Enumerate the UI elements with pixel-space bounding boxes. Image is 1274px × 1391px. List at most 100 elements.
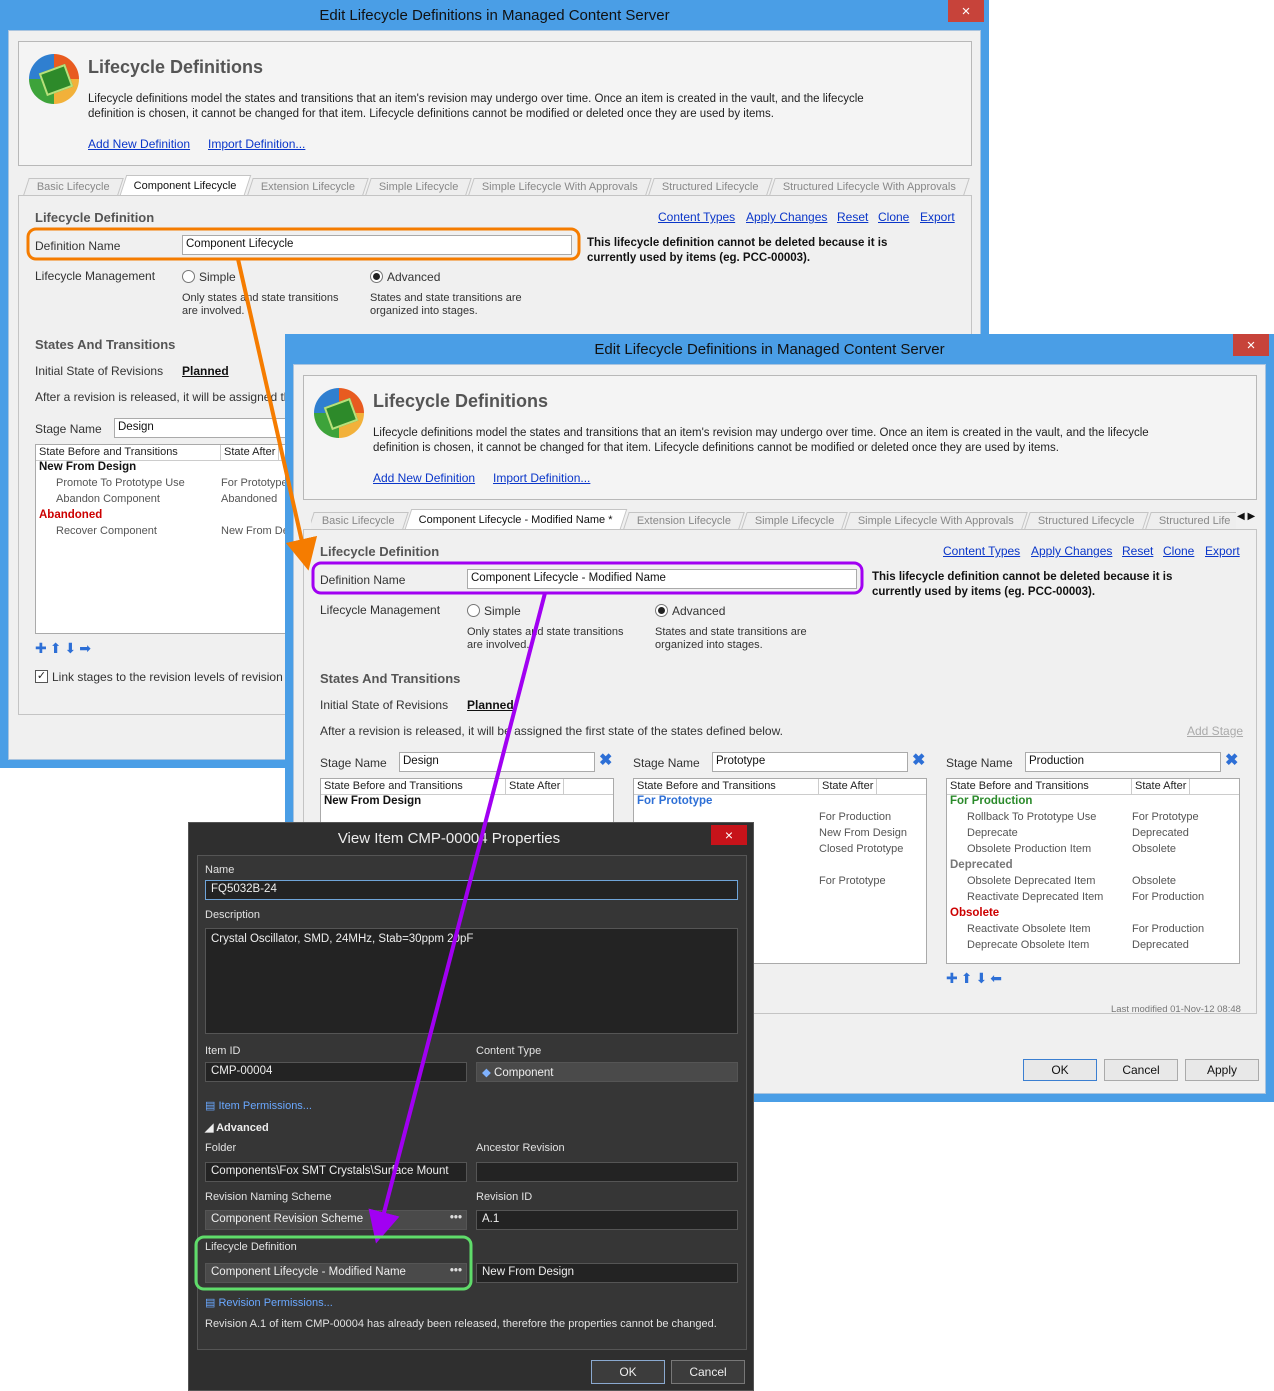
- simple-radio[interactable]: [467, 604, 480, 617]
- close-button[interactable]: ×: [711, 825, 747, 845]
- tab-scroll-arrows-icon[interactable]: ◀ ▶: [1237, 511, 1255, 522]
- close-button[interactable]: ×: [948, 0, 984, 22]
- transition-row[interactable]: Deprecate Deprecated: [947, 827, 1239, 843]
- delete-stage-icon[interactable]: ✖: [599, 750, 612, 770]
- tab-structured-lifecycle-approvals[interactable]: Structured Life: [1144, 512, 1236, 529]
- lifecycle-management-label: Lifecycle Management: [320, 603, 441, 617]
- tab-simple-lifecycle[interactable]: Simple Lifecycle: [364, 178, 472, 195]
- transition-row[interactable]: Abandon Component Abandoned: [36, 493, 304, 509]
- stage-name-input[interactable]: Production: [1025, 752, 1221, 772]
- advanced-radio-label: Advanced: [387, 270, 441, 284]
- import-definition-link[interactable]: Import Definition...: [493, 471, 590, 485]
- tab-simple-lifecycle[interactable]: Simple Lifecycle: [740, 512, 848, 529]
- description-input[interactable]: Crystal Oscillator, SMD, 24MHz, Stab=30p…: [205, 928, 738, 1034]
- collapse-arrow-icon: ◢: [205, 1122, 217, 1134]
- state-row[interactable]: For Prototype: [634, 795, 926, 811]
- revision-naming-select[interactable]: Component Revision Scheme •••: [205, 1210, 467, 1230]
- add-new-definition-link[interactable]: Add New Definition: [88, 137, 190, 151]
- tab-component-lifecycle[interactable]: Component Lifecycle: [119, 175, 251, 195]
- transition-row[interactable]: Reactivate Obsolete Item For Production: [947, 923, 1239, 939]
- tab-extension-lifecycle[interactable]: Extension Lifecycle: [246, 178, 369, 195]
- definition-name-input[interactable]: Component Lifecycle - Modified Name: [467, 569, 857, 589]
- tab-structured-lifecycle[interactable]: Structured Lifecycle: [1024, 512, 1149, 529]
- simple-radio-label: Simple: [484, 604, 521, 618]
- apply-changes-link[interactable]: Apply Changes: [746, 210, 827, 224]
- initial-state-value[interactable]: Planned: [467, 698, 514, 712]
- item-permissions-link[interactable]: ▤ Item Permissions...: [205, 1099, 312, 1112]
- lifecycle-definition-label: Lifecycle Definition: [205, 1241, 297, 1253]
- dialog-title: View Item CMP-00004 Properties: [337, 829, 561, 847]
- reset-link[interactable]: Reset: [1122, 544, 1153, 558]
- tab-strip: Basic Lifecycle Component Lifecycle Exte…: [23, 175, 970, 195]
- close-button[interactable]: ×: [1233, 334, 1269, 356]
- ok-button[interactable]: OK: [591, 1360, 665, 1384]
- state-row[interactable]: Obsolete: [947, 907, 1239, 923]
- cancel-button[interactable]: Cancel: [671, 1360, 745, 1384]
- permissions-icon: ▤: [205, 1100, 219, 1112]
- move-buttons[interactable]: ✚⬆⬇➡: [35, 640, 94, 657]
- link-stages-checkbox[interactable]: ✓: [35, 670, 48, 683]
- add-stage-link[interactable]: Add Stage: [1187, 724, 1243, 738]
- delete-note: This lifecycle definition cannot be dele…: [587, 237, 888, 264]
- state-row[interactable]: New From Design: [36, 461, 304, 477]
- tab-simple-lifecycle-approvals[interactable]: Simple Lifecycle With Approvals: [468, 178, 652, 195]
- after-release-text: After a revision is released, it will be…: [35, 390, 298, 404]
- transition-row[interactable]: Obsolete Production Item Obsolete: [947, 843, 1239, 859]
- more-icon[interactable]: •••: [450, 1265, 462, 1277]
- revision-permissions-link[interactable]: ▤ Revision Permissions...: [205, 1296, 333, 1309]
- tab-extension-lifecycle[interactable]: Extension Lifecycle: [622, 512, 745, 529]
- apply-button[interactable]: Apply: [1185, 1059, 1259, 1081]
- transition-row[interactable]: Reactivate Deprecated Item For Production: [947, 891, 1239, 907]
- tab-component-lifecycle-modified[interactable]: Component Lifecycle - Modified Name *: [404, 509, 627, 529]
- state-row[interactable]: Abandoned: [36, 509, 304, 525]
- tab-simple-lifecycle-approvals[interactable]: Simple Lifecycle With Approvals: [844, 512, 1028, 529]
- tab-structured-lifecycle[interactable]: Structured Lifecycle: [648, 178, 773, 195]
- item-id-input: CMP-00004: [205, 1062, 467, 1082]
- import-definition-link[interactable]: Import Definition...: [208, 137, 305, 151]
- export-link[interactable]: Export: [1205, 544, 1240, 558]
- delete-stage-icon[interactable]: ✖: [1225, 750, 1238, 770]
- content-types-link[interactable]: Content Types: [658, 210, 735, 224]
- delete-stage-icon[interactable]: ✖: [912, 750, 925, 770]
- content-type-select[interactable]: ◆ Component: [476, 1062, 738, 1082]
- transition-row[interactable]: Deprecate Obsolete Item Deprecated: [947, 939, 1239, 955]
- transition-row[interactable]: Promote To Prototype Use For Prototype: [36, 477, 304, 493]
- stage-name-input[interactable]: Prototype: [712, 752, 908, 772]
- name-input[interactable]: FQ5032B-24: [205, 880, 738, 900]
- lifecycle-definition-select[interactable]: Component Lifecycle - Modified Name •••: [205, 1263, 467, 1283]
- export-link[interactable]: Export: [920, 210, 955, 224]
- state-row[interactable]: For Production: [947, 795, 1239, 811]
- apply-changes-link[interactable]: Apply Changes: [1031, 544, 1112, 558]
- add-new-definition-link[interactable]: Add New Definition: [373, 471, 475, 485]
- state-row[interactable]: Deprecated: [947, 859, 1239, 875]
- ok-button[interactable]: OK: [1023, 1059, 1097, 1081]
- initial-state-label: Initial State of Revisions: [35, 364, 164, 378]
- content-types-link[interactable]: Content Types: [943, 544, 1020, 558]
- transition-row[interactable]: Rollback To Prototype Use For Prototype: [947, 811, 1239, 827]
- move-buttons[interactable]: ✚⬆⬇⬅: [946, 970, 1005, 987]
- simple-radio[interactable]: [182, 270, 195, 283]
- after-release-text: After a revision is released, it will be…: [320, 724, 783, 738]
- delete-note: This lifecycle definition cannot be dele…: [872, 571, 1173, 598]
- more-icon[interactable]: •••: [450, 1212, 462, 1224]
- initial-state-value[interactable]: Planned: [182, 364, 229, 378]
- advanced-radio[interactable]: [370, 270, 383, 283]
- stage-name-input[interactable]: Design: [114, 418, 314, 438]
- advanced-toggle[interactable]: ◢ Advanced: [205, 1121, 269, 1134]
- transition-row[interactable]: Recover Component New From De: [36, 525, 304, 541]
- ancestor-revision-label: Ancestor Revision: [476, 1142, 565, 1154]
- definition-name-input[interactable]: Component Lifecycle: [182, 235, 572, 255]
- state-row[interactable]: New From Design: [321, 795, 613, 811]
- component-icon: ◆: [482, 1067, 495, 1079]
- tab-basic-lifecycle[interactable]: Basic Lifecycle: [311, 512, 409, 529]
- stage-name-input[interactable]: Design: [399, 752, 595, 772]
- advanced-radio[interactable]: [655, 604, 668, 617]
- clone-link[interactable]: Clone: [878, 210, 909, 224]
- clone-link[interactable]: Clone: [1163, 544, 1194, 558]
- transition-row[interactable]: Obsolete Deprecated Item Obsolete: [947, 875, 1239, 891]
- cancel-button[interactable]: Cancel: [1104, 1059, 1178, 1081]
- reset-link[interactable]: Reset: [837, 210, 868, 224]
- tab-structured-lifecycle-approvals[interactable]: Structured Lifecycle With Approvals: [768, 178, 970, 195]
- tab-basic-lifecycle[interactable]: Basic Lifecycle: [23, 178, 124, 195]
- advanced-description: States and state transitions are organiz…: [370, 292, 522, 317]
